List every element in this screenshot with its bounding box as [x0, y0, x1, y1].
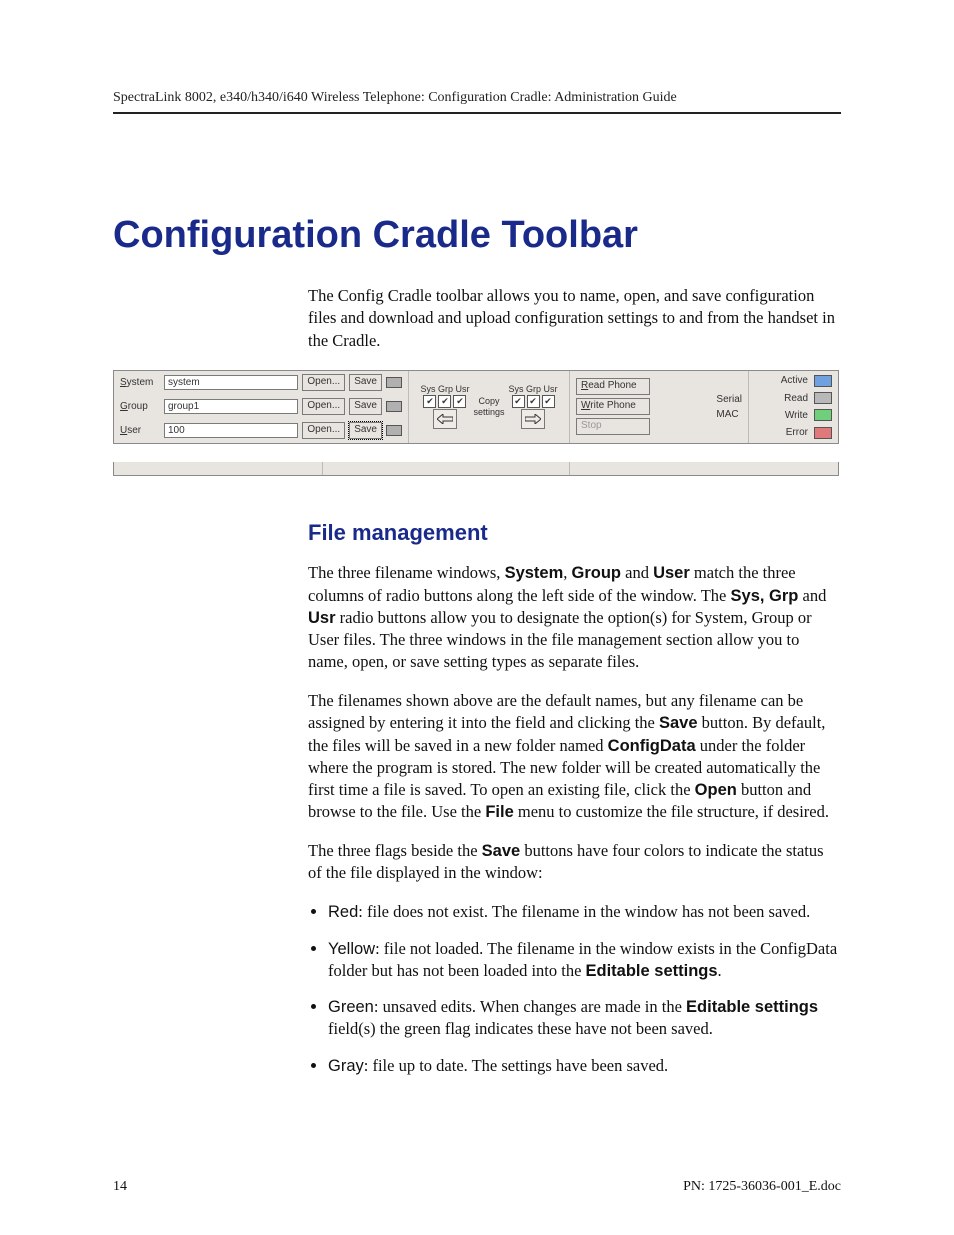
user-flag-icon — [386, 425, 402, 436]
paragraph-3: The three flags beside the Save buttons … — [308, 840, 841, 885]
copy-left-grp-check[interactable]: ✔ — [438, 395, 451, 408]
toolbar-screenshot: System system Open... Save Group group1 … — [113, 370, 841, 476]
copy-left-sys-check[interactable]: ✔ — [423, 395, 436, 408]
phone-pane: Read Phone Write Phone Stop Serial MAC — [570, 371, 749, 443]
system-open-button[interactable]: Open... — [302, 374, 345, 391]
paragraph-1: The three filename windows, System, Grou… — [308, 562, 841, 673]
copy-left-col: Sys Grp Usr ✔ ✔ ✔ — [420, 384, 469, 429]
user-filename-input[interactable]: 100 — [164, 423, 298, 438]
group-open-button[interactable]: Open... — [302, 398, 345, 415]
user-open-button[interactable]: Open... — [302, 422, 345, 439]
write-phone-button[interactable]: Write Phone — [576, 398, 650, 415]
list-item: Gray: file up to date. The settings have… — [328, 1055, 841, 1077]
arrow-left-icon — [437, 414, 453, 424]
status-write-label: Write — [774, 410, 808, 421]
list-item: Red: file does not exist. The filename i… — [328, 901, 841, 923]
status-pane: Active Read Write Error — [749, 371, 838, 443]
label-group: Group — [120, 401, 160, 412]
copy-right-col: Sys Grp Usr ✔ ✔ ✔ — [509, 384, 558, 429]
flag-list: Red: file does not exist. The filename i… — [328, 901, 841, 1077]
read-phone-button[interactable]: Read Phone — [576, 378, 650, 395]
page-title: Configuration Cradle Toolbar — [113, 214, 841, 257]
paragraph-2: The filenames shown above are the defaul… — [308, 690, 841, 824]
copy-right-sys-check[interactable]: ✔ — [512, 395, 525, 408]
footer-pn: PN: 1725-36036-001_E.doc — [683, 1179, 841, 1195]
stop-button[interactable]: Stop — [576, 418, 650, 435]
copy-right-header: Sys Grp Usr — [509, 384, 558, 394]
led-error-icon — [814, 427, 832, 439]
file-row-user: User 100 Open... Save — [120, 422, 402, 440]
file-pane: System system Open... Save Group group1 … — [114, 371, 409, 443]
led-write-icon — [814, 409, 832, 421]
copy-label: Copy settings — [473, 396, 504, 418]
system-save-button[interactable]: Save — [349, 374, 382, 391]
copy-pane: Sys Grp Usr ✔ ✔ ✔ Copy settings Sys Grp … — [409, 371, 570, 443]
label-system: System — [120, 377, 160, 388]
section-title: File management — [308, 520, 841, 546]
system-flag-icon — [386, 377, 402, 388]
file-row-system: System system Open... Save — [120, 374, 402, 392]
running-header: SpectraLink 8002, e340/h340/i640 Wireles… — [113, 90, 841, 114]
status-read-label: Read — [774, 393, 808, 404]
led-active-icon — [814, 375, 832, 387]
copy-right-arrow-button[interactable] — [521, 409, 545, 429]
intro-paragraph: The Config Cradle toolbar allows you to … — [308, 285, 841, 352]
label-user: User — [120, 425, 160, 436]
status-error-label: Error — [774, 427, 808, 438]
led-read-icon — [814, 392, 832, 404]
copy-left-header: Sys Grp Usr — [420, 384, 469, 394]
group-save-button[interactable]: Save — [349, 398, 382, 415]
list-item: Yellow: file not loaded. The filename in… — [328, 938, 841, 983]
copy-right-grp-check[interactable]: ✔ — [527, 395, 540, 408]
status-active-label: Active — [774, 375, 808, 386]
page-number: 14 — [113, 1179, 127, 1195]
file-row-group: Group group1 Open... Save — [120, 398, 402, 416]
group-flag-icon — [386, 401, 402, 412]
arrow-right-icon — [525, 414, 541, 424]
system-filename-input[interactable]: system — [164, 375, 298, 390]
user-save-button[interactable]: Save — [349, 422, 382, 439]
copy-left-arrow-button[interactable] — [433, 409, 457, 429]
mac-label: MAC — [716, 409, 742, 420]
list-item: Green: unsaved edits. When changes are m… — [328, 996, 841, 1041]
copy-left-usr-check[interactable]: ✔ — [453, 395, 466, 408]
group-filename-input[interactable]: group1 — [164, 399, 298, 414]
serial-label: Serial — [716, 394, 742, 405]
copy-right-usr-check[interactable]: ✔ — [542, 395, 555, 408]
